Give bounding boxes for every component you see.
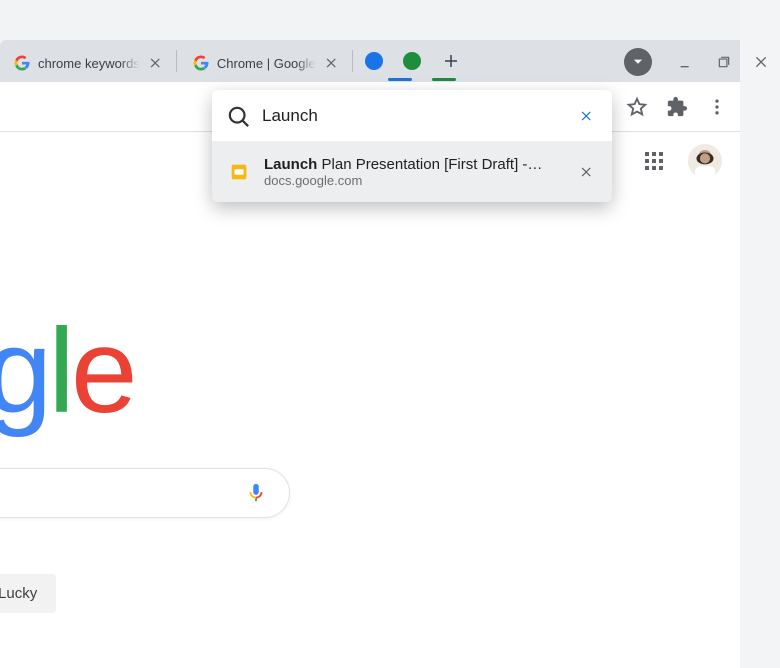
logo-letter: e xyxy=(71,302,134,440)
page-content: oogle I'm Feeling Lucky xyxy=(0,132,740,668)
slides-favicon-icon xyxy=(228,161,250,183)
result-match: Launch xyxy=(264,156,317,173)
profile-badge-icon[interactable] xyxy=(624,48,652,76)
search-icon xyxy=(228,106,248,126)
tab-search-result-title: Launch Plan Presentation [First Draft] -… xyxy=(264,156,564,173)
browser-menu-kebab-icon[interactable] xyxy=(706,96,728,118)
tab-separator xyxy=(176,50,177,72)
tab-search-result-close-icon[interactable] xyxy=(578,163,596,181)
window-controls xyxy=(624,48,772,76)
google-search-input[interactable] xyxy=(0,468,290,518)
feeling-lucky-button[interactable]: I'm Feeling Lucky xyxy=(0,574,56,613)
window-close-icon[interactable] xyxy=(752,52,772,72)
tab-search-result[interactable]: Launch Plan Presentation [First Draft] -… xyxy=(212,142,612,202)
tab-search-clear-icon[interactable] xyxy=(578,107,596,125)
extensions-puzzle-icon[interactable] xyxy=(666,96,688,118)
window-minimize-icon[interactable] xyxy=(676,52,696,72)
logo-letter: g xyxy=(0,302,48,440)
tab-2-title: Chrome | Google xyxy=(217,56,316,71)
tab-search-result-url: docs.google.com xyxy=(264,173,564,188)
google-favicon-icon xyxy=(193,55,209,71)
page-top-right xyxy=(642,144,722,178)
tab-1-close-icon[interactable] xyxy=(148,55,164,71)
google-apps-grid-icon[interactable] xyxy=(642,149,666,173)
tab-group-dot-blue[interactable] xyxy=(365,52,383,70)
result-rest: Plan Presentation [First Draft] -… xyxy=(317,156,542,173)
window-right-gutter xyxy=(740,0,780,668)
tab-1[interactable]: chrome keywords xyxy=(0,46,174,80)
bookmark-star-icon[interactable] xyxy=(626,96,648,118)
new-tab-button[interactable] xyxy=(437,47,465,75)
tab-search-header xyxy=(212,90,612,142)
tab-group-underline-green xyxy=(432,78,456,81)
tab-group-dot-green[interactable] xyxy=(403,52,421,70)
tab-search-input[interactable] xyxy=(262,106,564,126)
voice-search-mic-icon[interactable] xyxy=(245,482,267,504)
tab-group-underline-blue xyxy=(388,78,412,81)
tab-search-result-text: Launch Plan Presentation [First Draft] -… xyxy=(264,156,564,188)
account-avatar[interactable] xyxy=(688,144,722,178)
logo-letter: l xyxy=(48,302,71,440)
window-maximize-icon[interactable] xyxy=(714,52,734,72)
google-favicon-icon xyxy=(14,55,30,71)
tab-2[interactable]: Chrome | Google xyxy=(179,46,350,80)
tab-separator-2 xyxy=(352,50,353,72)
tab-search-popup: Launch Plan Presentation [First Draft] -… xyxy=(212,90,612,202)
google-logo: oogle xyxy=(0,302,134,440)
tab-1-title: chrome keywords xyxy=(38,56,140,71)
tab-2-close-icon[interactable] xyxy=(324,55,340,71)
